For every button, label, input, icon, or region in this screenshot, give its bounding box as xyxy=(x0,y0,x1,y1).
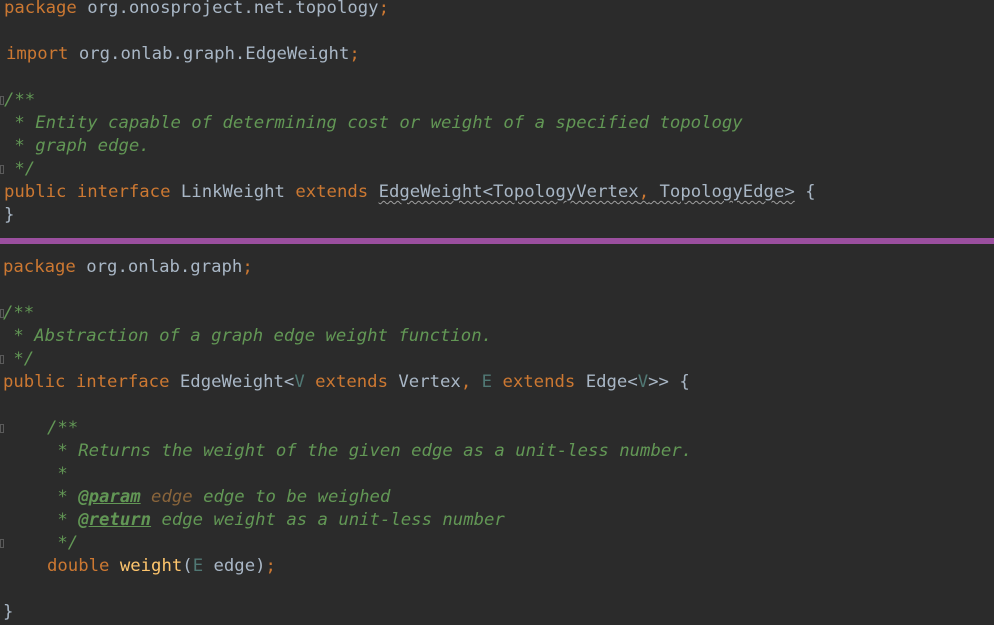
code-line-interface-decl: public interface EdgeWeight<V extends Ve… xyxy=(3,371,690,394)
code-line-close-brace: } xyxy=(4,204,14,227)
doc-comment: */ xyxy=(47,533,79,553)
import-name: org.onlab.graph.EdgeWeight xyxy=(78,44,350,64)
code-line-doc-2: * graph edge. xyxy=(4,135,150,158)
code-line-package: package org.onosproject.net.topology; xyxy=(4,0,389,20)
interface-name: EdgeWeight< xyxy=(179,372,295,392)
code-line-doc-close: */ xyxy=(3,348,34,371)
arg-type: E xyxy=(192,556,204,576)
code-line-package: package org.onlab.graph; xyxy=(3,256,253,279)
doc-comment: * Returns the weight of the given edge a… xyxy=(47,441,693,461)
edge-type: Edge< xyxy=(585,372,638,392)
fold-marker-icon[interactable] xyxy=(0,539,4,548)
param-name: edge xyxy=(140,487,193,507)
code-line-doc-open: /** xyxy=(4,89,35,112)
fold-marker-icon[interactable] xyxy=(0,424,4,433)
code-line-doc-close: */ xyxy=(4,158,35,181)
keyword-public: public xyxy=(4,182,67,202)
type-param-v: V xyxy=(294,372,305,392)
semicolon: ; xyxy=(378,0,389,18)
code-line-doc-1: * Entity capable of determining cost or … xyxy=(4,112,743,135)
keyword-import: import xyxy=(6,44,69,64)
semicolon: ; xyxy=(265,556,276,576)
type-param-e: E xyxy=(481,372,493,392)
semicolon: ; xyxy=(242,257,253,277)
keyword-package: package xyxy=(3,257,76,277)
editor-pane-top[interactable]: package org.onosproject.net.topology; im… xyxy=(0,0,994,238)
doc-comment: * Entity capable of determining cost or … xyxy=(4,113,743,133)
keyword-package: package xyxy=(4,0,77,18)
code-line-close-brace: } xyxy=(3,601,13,624)
open-brace: { xyxy=(668,372,690,392)
param-tag[interactable]: @param xyxy=(78,487,140,507)
generic-close: >> xyxy=(648,372,669,392)
return-tag[interactable]: @return xyxy=(78,510,151,530)
paren-open: ( xyxy=(182,556,193,576)
interface-name: LinkWeight xyxy=(180,182,285,202)
keyword-public: public xyxy=(3,372,66,392)
keyword-extends: extends xyxy=(502,372,576,392)
vertex-type: Vertex xyxy=(398,372,461,392)
open-brace: { xyxy=(794,182,816,202)
code-line-method-doc-close: */ xyxy=(47,532,78,555)
param-description: edge to be weighed xyxy=(192,487,391,507)
doc-comment: * xyxy=(47,510,79,530)
doc-comment: * graph edge. xyxy=(4,136,150,156)
keyword-extends: extends xyxy=(315,372,388,392)
close-brace: } xyxy=(4,205,15,225)
super-type[interactable]: EdgeWeight<TopologyVertex xyxy=(379,182,639,202)
doc-comment: /** xyxy=(3,303,35,323)
keyword-double: double xyxy=(47,556,110,576)
keyword-interface: interface xyxy=(75,372,170,392)
close-brace: } xyxy=(3,602,14,622)
doc-comment: */ xyxy=(4,159,36,179)
semicolon: ; xyxy=(349,44,360,64)
paren-close: ) xyxy=(255,556,266,576)
code-line-method-doc-open: /** xyxy=(47,417,78,440)
code-line-interface-decl: public interface LinkWeight extends Edge… xyxy=(4,181,816,204)
type-param-v: V xyxy=(637,372,649,392)
doc-comment: * Abstraction of a graph edge weight fun… xyxy=(3,326,492,346)
code-line-return: * @return edge weight as a unit-less num… xyxy=(47,509,505,532)
doc-comment: * xyxy=(47,487,79,507)
code-line-method-doc-2: * xyxy=(47,463,68,486)
super-type-2[interactable]: TopologyEdge> xyxy=(649,182,795,202)
keyword-extends: extends xyxy=(295,182,369,202)
code-line-method-doc-1: * Returns the weight of the given edge a… xyxy=(47,440,692,463)
code-line-doc-1: * Abstraction of a graph edge weight fun… xyxy=(3,325,492,348)
method-name[interactable]: weight xyxy=(120,556,182,576)
doc-comment: /** xyxy=(47,418,79,438)
comma: , xyxy=(638,182,650,202)
package-name: org.onlab.graph xyxy=(86,257,243,277)
keyword-interface: interface xyxy=(76,182,171,202)
code-line-doc-open: /** xyxy=(3,302,34,325)
code-line-param: * @param edge edge to be weighed xyxy=(47,486,390,509)
comma: , xyxy=(460,372,472,392)
doc-comment: */ xyxy=(3,349,35,369)
editor-pane-bottom[interactable]: package org.onlab.graph; /** * Abstracti… xyxy=(0,244,994,625)
code-line-import: import org.onlab.graph.EdgeWeight; xyxy=(6,43,360,66)
doc-comment: /** xyxy=(4,90,36,110)
return-description: edge weight as a unit-less number xyxy=(151,510,505,530)
package-name: org.onosproject.net.topology xyxy=(87,0,379,18)
doc-comment: * xyxy=(47,464,68,484)
arg-name: edge xyxy=(203,556,256,576)
code-line-method-decl: double weight(E edge); xyxy=(47,555,276,578)
